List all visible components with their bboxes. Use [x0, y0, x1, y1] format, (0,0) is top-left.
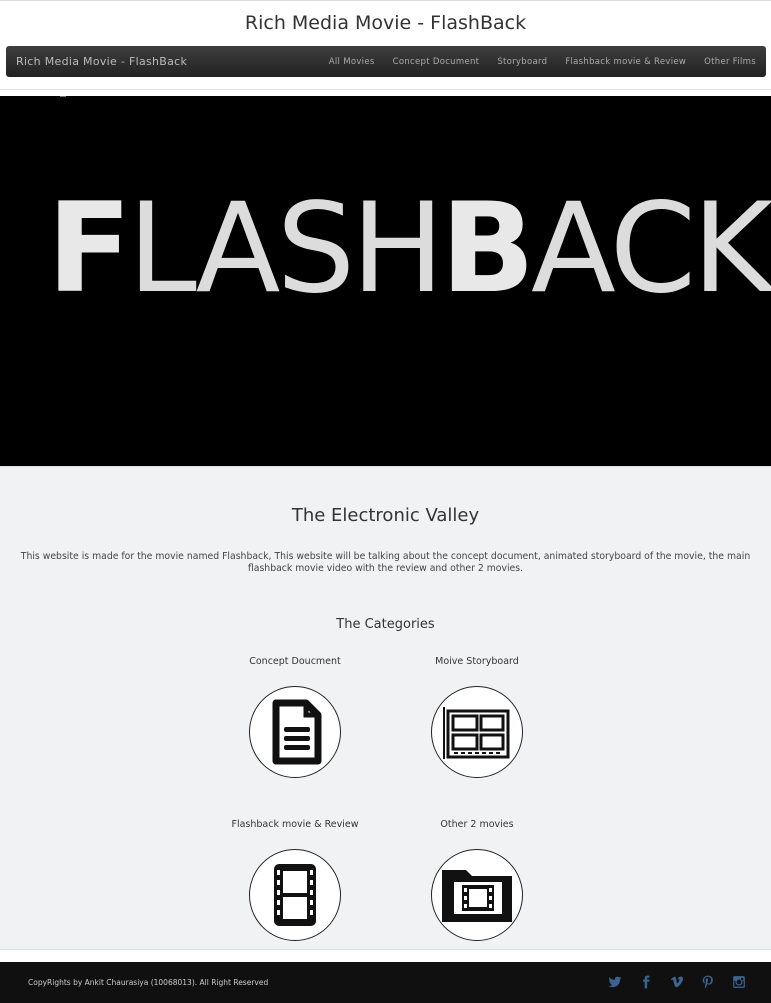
hero-logo-text: FLASHBACK [47, 187, 771, 311]
nav-links: All Movies Concept Document Storyboard F… [311, 57, 756, 67]
category-other-movies[interactable]: Other 2 movies [387, 819, 567, 941]
hero-part-ack: ACK [530, 177, 771, 321]
navbar: Rich Media Movie - FlashBack All Movies … [6, 46, 766, 77]
category-storyboard[interactable]: Moive Storyboard [387, 656, 567, 778]
category-flashback-review[interactable]: Flashback movie & Review [205, 819, 385, 941]
pinterest-icon[interactable] [700, 975, 716, 991]
category-label: Other 2 movies [440, 819, 514, 830]
page-heading: The Electronic Valley [291, 505, 480, 526]
film-folder-icon[interactable] [431, 849, 523, 941]
hero-marker [60, 96, 66, 97]
social-links [592, 975, 747, 991]
category-label: Flashback movie & Review [231, 819, 359, 830]
navbar-brand[interactable]: Rich Media Movie - FlashBack [16, 55, 187, 68]
intro-text: This website is made for the movie named… [20, 551, 751, 574]
category-label: Concept Doucment [249, 656, 341, 667]
category-label: Moive Storyboard [435, 656, 519, 667]
category-concept-document[interactable]: Concept Doucment [205, 656, 385, 778]
vimeo-icon[interactable] [669, 975, 685, 991]
footer: CopyRights by Ankit Chaurasiya (10068013… [0, 962, 771, 1003]
nav-link-other-films[interactable]: Other Films [704, 57, 756, 67]
twitter-icon[interactable] [607, 975, 623, 991]
hero-letter-b: B [440, 177, 534, 321]
copyright-text: CopyRights by Ankit Chaurasiya (10068013… [28, 978, 269, 987]
main-content: The Electronic Valley This website is ma… [0, 466, 771, 950]
nav-link-flashback-review[interactable]: Flashback movie & Review [565, 57, 686, 67]
nav-link-concept-document[interactable]: Concept Document [393, 57, 480, 67]
nav-link-storyboard[interactable]: Storyboard [497, 57, 547, 67]
instagram-icon[interactable] [731, 975, 747, 991]
site-title: Rich Media Movie - FlashBack [0, 0, 771, 44]
facebook-icon[interactable] [638, 975, 654, 991]
hero-letter-f: F [47, 177, 132, 321]
nav-divider [0, 89, 771, 90]
hero-banner: FLASHBACK [0, 96, 771, 466]
film-strip-icon[interactable] [249, 849, 341, 941]
hero-part-lash: LASH [127, 177, 445, 321]
categories-title: The Categories [336, 617, 435, 632]
document-icon[interactable] [249, 686, 341, 778]
storyboard-icon[interactable] [431, 686, 523, 778]
nav-link-all-movies[interactable]: All Movies [329, 57, 375, 67]
